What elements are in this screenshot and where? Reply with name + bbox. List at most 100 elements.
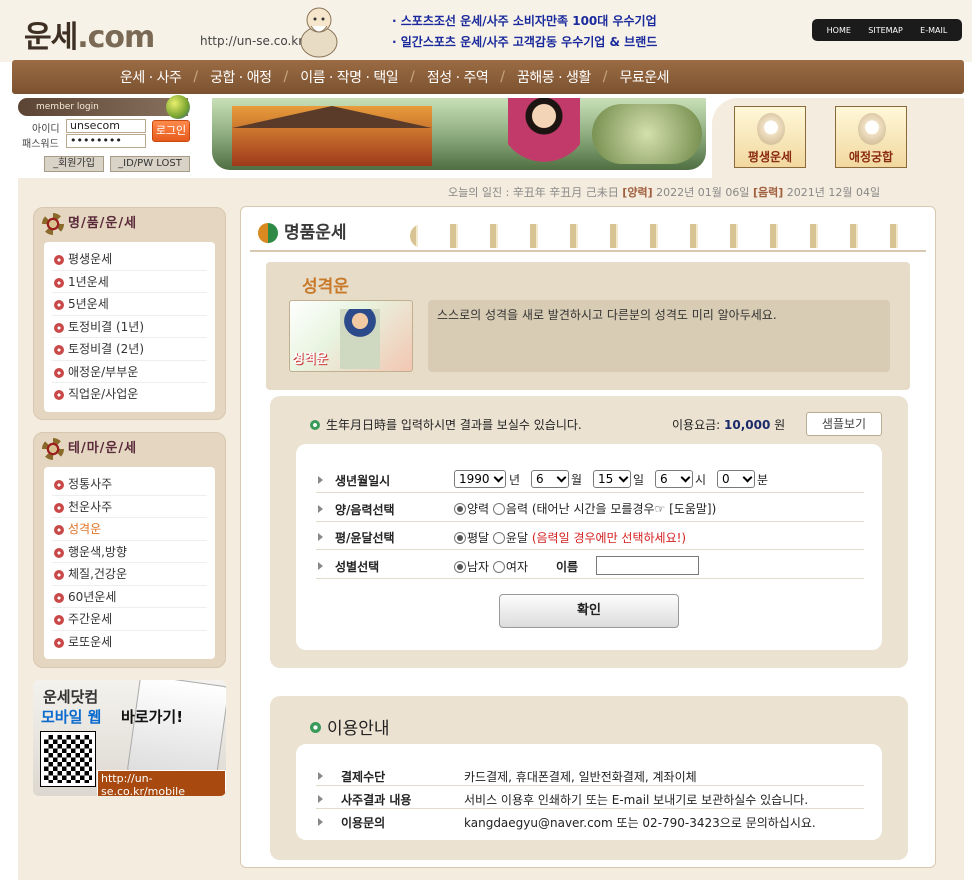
month-select[interactable]: 6	[531, 470, 569, 488]
headline-1[interactable]: · 스포츠조선 운세/사주 소비자만족 100대 우수기업	[392, 11, 657, 32]
sidebar-item-saju[interactable]: 정통사주	[52, 473, 207, 496]
mascot-icon	[300, 7, 338, 58]
chevron-down-icon	[493, 472, 504, 483]
login-header: member login	[18, 98, 188, 116]
sidebar-item-1year[interactable]: 1년운세	[52, 271, 207, 293]
tile-label: 애정궁합	[848, 150, 894, 164]
topic-image-label: 성격운	[292, 352, 328, 367]
minute-unit: 분	[757, 473, 769, 487]
guide-label: 사주결과 내용	[318, 791, 411, 808]
flower-bullet-icon	[54, 592, 64, 603]
flower-bullet-icon	[54, 480, 64, 490]
site-url: http://un-se.co.kr	[200, 34, 304, 48]
sidebar-item-personality[interactable]: 성격운	[52, 518, 207, 541]
confirm-button[interactable]: 확인	[499, 594, 679, 628]
sidebar-item-cheonun[interactable]: 천운사주	[52, 496, 207, 518]
sidebar-item-weekly[interactable]: 주간운세	[52, 608, 207, 631]
sidebar-item-health[interactable]: 체질,건강운	[52, 563, 207, 586]
password-input[interactable]: ••••••••	[66, 134, 146, 148]
email-link[interactable]: E-MAIL	[920, 26, 947, 35]
day-select[interactable]: 15	[593, 470, 631, 488]
menu-item-free[interactable]: 무료운세	[607, 67, 681, 87]
tile-lifetime-fortune[interactable]: 평생운세	[734, 106, 806, 168]
name-label: 이름	[556, 560, 579, 574]
normal-month-radio[interactable]	[454, 532, 466, 544]
sidebar-item-tojeong-2[interactable]: 토정비결 (2년)	[52, 338, 207, 361]
lunar-radio[interactable]	[492, 503, 505, 515]
arrow-icon	[318, 795, 323, 803]
flower-bullet-icon	[54, 615, 64, 625]
sidebar-item-lotto[interactable]: 로또운세	[52, 631, 207, 654]
guide-row-contact: 이용문의 kangdaegyu@naver.com 또는 02-790-3423…	[316, 810, 864, 832]
menu-item-name[interactable]: 이름 · 작명 · 택일	[288, 67, 410, 87]
top-nav: HOME SITEMAP E-MAIL	[812, 19, 962, 41]
site-logo[interactable]: 운세.com	[24, 12, 155, 56]
menu-item-gunghap[interactable]: 궁합 · 애정	[198, 67, 283, 87]
logo-text: 운세	[24, 20, 78, 55]
top-banner	[212, 98, 706, 170]
guide-row-payment: 결제수단 카드결제, 휴대폰결제, 일반전화결제, 계좌이체	[316, 764, 864, 786]
globe-icon	[166, 95, 190, 119]
chevron-down-icon	[742, 472, 753, 483]
section-title: 명품운세	[258, 218, 347, 243]
sidebar-item-lifetime[interactable]: 평생운세	[52, 248, 207, 271]
sidebar-item-tojeong-1[interactable]: 토정비결 (1년)	[52, 316, 207, 338]
green-dot-icon	[310, 722, 321, 733]
arrow-icon	[318, 818, 323, 826]
menu-item-saju[interactable]: 운세 · 사주	[108, 67, 193, 87]
minute-select[interactable]: 0	[717, 470, 755, 488]
tile-love-compat[interactable]: 애정궁합	[835, 106, 907, 168]
qr-code-icon	[40, 731, 96, 787]
sage-icon	[757, 113, 785, 145]
male-radio[interactable]	[454, 561, 466, 573]
solar-radio[interactable]	[454, 503, 466, 515]
mobile-banner-title: 운세닷컴	[43, 688, 99, 706]
join-button[interactable]: _회원가입	[44, 156, 104, 172]
tree-illustration	[592, 104, 702, 164]
chevron-down-icon	[556, 472, 567, 483]
gender-options: 남자 여자	[454, 558, 528, 575]
mobile-url: http://un-se.co.kr/mobile	[97, 770, 226, 796]
name-input[interactable]	[596, 556, 699, 575]
topic-title: 성격운	[302, 277, 349, 297]
login-button[interactable]: 로그인	[152, 120, 190, 142]
member-login: member login 아이디 패스워드 unsecom •••••••• 로…	[18, 95, 190, 178]
hour-select[interactable]: 6	[655, 470, 693, 488]
arrow-icon	[318, 476, 323, 484]
year-select[interactable]: 1990	[454, 470, 506, 488]
female-radio[interactable]	[492, 561, 505, 573]
headline-2[interactable]: · 일간스포츠 운세/사주 고객감동 우수기업 & 브랜드	[392, 32, 657, 53]
guide-value: 서비스 이용후 인쇄하기 또는 E-mail 보내기로 보관하실수 있습니다.	[464, 793, 809, 807]
guide-value: 카드결제, 휴대폰결제, 일반전화결제, 계좌이체	[464, 770, 697, 784]
menu-item-dream[interactable]: 꿈해몽 · 생활	[505, 67, 603, 87]
sidebar-item-career[interactable]: 직업운/사업운	[52, 383, 207, 406]
fee-text: 이용요금: 10,000 원	[672, 418, 786, 432]
flower-bullet-icon	[54, 547, 64, 558]
topic-description: 스스로의 성격을 새로 발견하시고 다른분의 성격도 미리 알아두세요.	[428, 300, 890, 372]
id-pw-lost-button[interactable]: _ID/PW LOST	[110, 156, 190, 172]
form-info: 生年月日時를 입력하시면 결과를 보실수 있습니다.	[310, 416, 582, 433]
help-link[interactable]: (태어난 시간을 모를경우☞ [도움말])	[528, 502, 716, 516]
home-link[interactable]: HOME	[827, 26, 851, 35]
sitemap-link[interactable]: SITEMAP	[868, 26, 903, 35]
green-dot-icon	[310, 420, 320, 430]
calendar-label: 양/음력선택	[318, 501, 395, 518]
mobile-web-banner[interactable]: 운세닷컴 모바일 웹 바로가기! http://un-se.co.kr/mobi…	[33, 680, 226, 796]
id-label: 아이디	[32, 124, 60, 135]
sidebar-item-lucky-color[interactable]: 행운색,방향	[52, 541, 207, 563]
sidebar-item-60year[interactable]: 60년운세	[52, 586, 207, 608]
guide-label: 결제수단	[318, 768, 385, 785]
guide-title: 이용안내	[310, 714, 390, 739]
leap-month-radio[interactable]	[492, 532, 505, 544]
menu-item-astrology[interactable]: 점성 · 주역	[415, 67, 500, 87]
sidebar-item-5year[interactable]: 5년운세	[52, 293, 207, 316]
sample-view-button[interactable]: 샘플보기	[806, 412, 882, 436]
logo-domain: .com	[77, 20, 155, 55]
hour-unit: 시	[695, 473, 707, 487]
flower-bullet-icon	[54, 277, 64, 288]
premium-list: 평생운세 1년운세 5년운세 토정비결 (1년) 토정비결 (2년) 애정운/부…	[44, 242, 215, 412]
sidebar-item-love[interactable]: 애정운/부부운	[52, 361, 207, 383]
arrow-icon	[318, 505, 323, 513]
chevron-down-icon	[680, 472, 691, 483]
id-input[interactable]: unsecom	[66, 119, 146, 133]
